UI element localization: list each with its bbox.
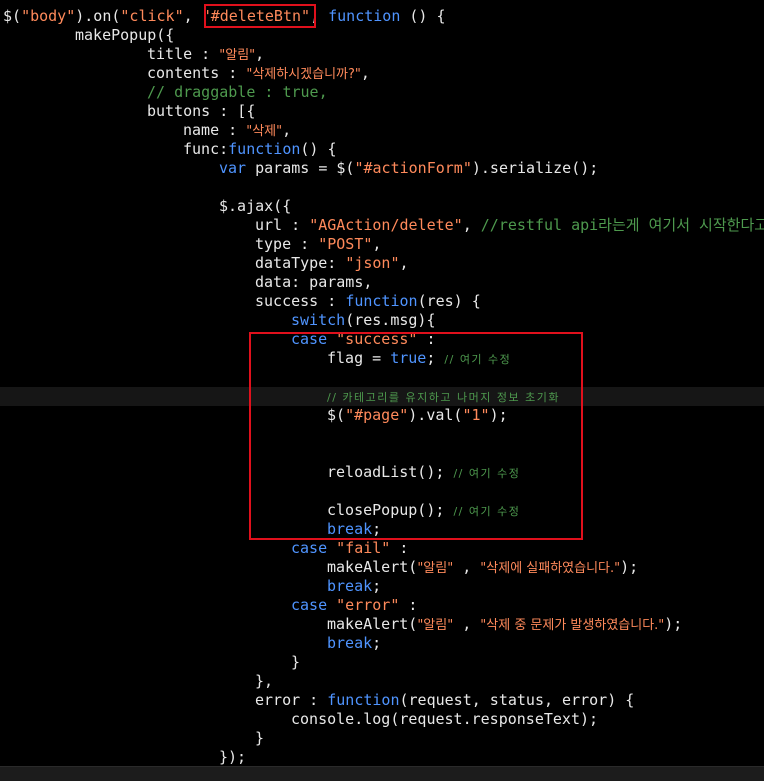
code-token: "알림": [417, 618, 454, 633]
code-token: ,: [462, 216, 481, 234]
code-token: }: [291, 653, 301, 671]
code-token: (res.msg){: [345, 311, 436, 329]
code-token: function: [327, 691, 400, 709]
code-token: ,: [310, 7, 329, 25]
code-token: "click": [120, 7, 184, 25]
code-token: ).val(: [408, 406, 463, 424]
code-token: $(: [327, 406, 346, 424]
code-token: (request, status, error) {: [399, 691, 635, 709]
code-token: },: [255, 672, 274, 690]
code-token: case: [291, 596, 328, 614]
code-token: makeAlert(: [327, 615, 418, 633]
code-editor[interactable]: $("body").on("click", "#deleteBtn", func…: [0, 0, 764, 766]
status-bar: [0, 766, 764, 781]
code-token: buttons : [{: [147, 102, 256, 120]
code-token: "삭제 중 문제가 발생하였습니다.": [480, 618, 665, 633]
code-token: "알림": [417, 561, 454, 576]
code-token: $(: [3, 7, 22, 25]
code-token: // 카테고리를 유지하고 나머지 정보 초기화: [327, 391, 560, 404]
code-token: makePopup({: [75, 26, 175, 44]
code-token: data: params,: [255, 273, 373, 291]
code-token: "fail": [336, 539, 391, 557]
code-token: :: [417, 330, 436, 348]
code-token: ,: [453, 615, 481, 633]
code-token: ,: [360, 64, 370, 82]
code-token: name :: [183, 121, 247, 139]
code-token: ;: [372, 577, 382, 595]
code-token: });: [219, 748, 247, 766]
code-token: ,: [399, 254, 409, 272]
code-token: "1": [462, 406, 490, 424]
code-token: success :: [255, 292, 346, 310]
code-token: () {: [300, 140, 337, 158]
code-token: // 여기 수정: [453, 505, 521, 518]
code-token: ,: [255, 45, 265, 63]
code-token: "삭제에 실패하였습니다.": [480, 561, 621, 576]
code-token: makeAlert(: [327, 558, 418, 576]
code-token: "#actionForm": [354, 159, 472, 177]
code-token: );: [664, 615, 683, 633]
code-token: ,: [372, 235, 382, 253]
code-token: "POST": [318, 235, 373, 253]
code-token: ;: [426, 349, 445, 367]
code-token: func:: [183, 140, 229, 158]
code-token: :: [399, 596, 418, 614]
code-token: // draggable : true,: [147, 83, 328, 101]
code-token: "AGAction/delete": [309, 216, 463, 234]
code-token: break: [327, 520, 373, 538]
code-token: "#page": [345, 406, 409, 424]
code-token: title :: [147, 45, 220, 63]
code-token: ,: [282, 121, 292, 139]
code-token: function: [328, 7, 401, 25]
code-token: //restful api라는게 여기서 시작한다고?: [480, 216, 764, 234]
code-token: // 여기 수정: [453, 467, 521, 480]
code-token: params = $(: [246, 159, 355, 177]
code-token: "error": [336, 596, 400, 614]
code-line: // 카테고리를 유지하고 나머지 정보 초기화: [0, 387, 764, 406]
code-token: flag =: [327, 349, 391, 367]
code-token: );: [489, 406, 508, 424]
code-token: function: [228, 140, 301, 158]
code-token: () {: [400, 7, 446, 25]
code-token: closePopup();: [327, 501, 454, 519]
code-token: "알림": [219, 48, 256, 63]
code-token: break: [327, 634, 373, 652]
code-token: "json": [345, 254, 400, 272]
code-token: contents :: [147, 64, 247, 82]
code-token: error :: [255, 691, 328, 709]
code-token: switch: [291, 311, 346, 329]
code-token: :: [390, 539, 409, 557]
code-token: ;: [372, 520, 382, 538]
code-token: );: [620, 558, 639, 576]
code-token: console.log(request.responseText);: [291, 710, 599, 728]
code-token: var: [219, 159, 247, 177]
code-token: "삭제": [246, 124, 283, 139]
code-token: ).on(: [75, 7, 121, 25]
code-token: function: [345, 292, 418, 310]
code-token: $.ajax({: [219, 197, 292, 215]
code-token: "#deleteBtn": [201, 7, 311, 25]
code-token: dataType:: [255, 254, 346, 272]
code-token: "삭제하시겠습니까?": [246, 67, 361, 82]
code-token: case: [291, 330, 328, 348]
code-token: url :: [255, 216, 310, 234]
code-token: ,: [453, 558, 481, 576]
code-token: true: [390, 349, 427, 367]
code-token: "success": [336, 330, 418, 348]
code-token: case: [291, 539, 328, 557]
code-token: "body": [21, 7, 76, 25]
code-token: type :: [255, 235, 319, 253]
code-token: reloadList();: [327, 463, 454, 481]
code-token: break: [327, 577, 373, 595]
code-token: }: [255, 729, 265, 747]
code-token: ;: [372, 634, 382, 652]
code-token: ,: [183, 7, 202, 25]
code-token: ).serialize();: [471, 159, 599, 177]
code-token: (res) {: [417, 292, 481, 310]
code-token: // 여기 수정: [444, 353, 512, 366]
